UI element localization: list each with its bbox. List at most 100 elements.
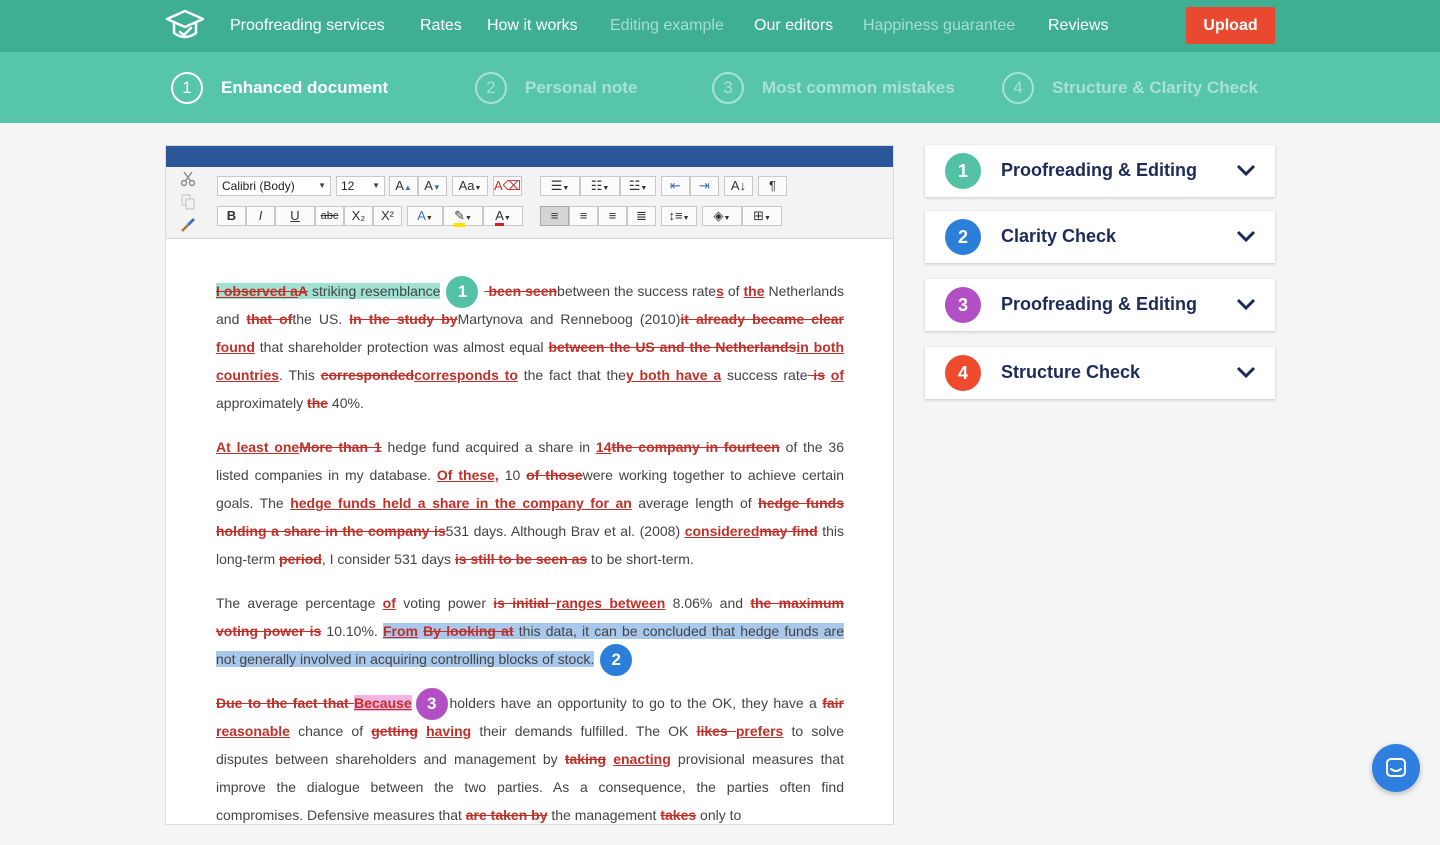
align-right-button[interactable]: ≡ (598, 206, 627, 226)
grow-font-button[interactable]: A▲ (389, 176, 418, 196)
step-number: 1 (171, 72, 203, 104)
body-text: striking resemblance (308, 283, 441, 299)
body-text: 8.06% and (665, 595, 751, 611)
step-number: 2 (475, 72, 507, 104)
logo-icon[interactable] (165, 8, 205, 44)
deleted-text: corresponded (320, 367, 415, 383)
multilevel-list-button[interactable]: ☳▼ (620, 176, 656, 196)
align-center-button[interactable]: ≡ (569, 206, 598, 226)
highlight-color-button[interactable]: ✎▼ (443, 206, 483, 227)
inserted-text: found (216, 339, 255, 355)
subscript-button[interactable]: X₂ (344, 206, 373, 226)
comment-marker-1[interactable]: 1 (444, 274, 481, 311)
inserted-text: From (382, 623, 418, 639)
highlighted-edit-3[interactable]: Because (354, 695, 412, 711)
justify-button[interactable]: ≣ (627, 206, 656, 226)
body-text: between the success rate (557, 283, 717, 299)
chat-icon (1386, 758, 1406, 777)
inserted-text: of (382, 595, 396, 611)
deleted-text: In the study by (349, 311, 458, 327)
comment-marker-2[interactable]: 2 (598, 642, 635, 679)
body-text: the management (547, 807, 661, 823)
underline-button[interactable]: U (275, 206, 315, 226)
comment-marker-3[interactable]: 3 (413, 686, 450, 723)
nav-link-reviews[interactable]: Reviews (1048, 17, 1108, 35)
numbered-list-button[interactable]: ☷▼ (580, 176, 620, 196)
highlighted-edit-1[interactable]: I observed aA striking resemblance (216, 283, 441, 299)
inserted-text: hedge funds held a share in the company … (290, 495, 632, 511)
body-text: 10 (498, 467, 527, 483)
nav-link-editing-example[interactable]: Editing example (610, 17, 724, 35)
inserted-text: the (743, 283, 765, 299)
borders-button[interactable]: ⊞▼ (742, 206, 782, 226)
body-text: the US. (292, 311, 350, 327)
paragraph-3: The average percentage of voting power i… (216, 589, 844, 679)
card-number: 2 (945, 219, 981, 255)
inserted-text: considered (684, 523, 760, 539)
superscript-button[interactable]: X² (373, 206, 402, 226)
clear-formatting-button[interactable]: A⌫ (493, 176, 522, 196)
body-text: Martynova and Renneboog (2010) (457, 311, 681, 327)
font-family-select[interactable]: Calibri (Body) ▼ (217, 176, 331, 196)
bold-button[interactable]: B (217, 206, 246, 226)
document-panel: Calibri (Body) ▼ 12 ▼ A▲ A▼ Aa▼ A⌫ ☰▼ ☷▼… (165, 145, 894, 825)
body-text: voting power (395, 595, 494, 611)
line-spacing-button[interactable]: ↕≡▼ (661, 206, 697, 226)
text-effects-button[interactable]: A▼ (407, 206, 443, 226)
category-card-proofreading-editing-2[interactable]: 3 Proofreading & Editing (925, 279, 1275, 331)
nav-link-proofreading-services[interactable]: Proofreading services (230, 17, 385, 35)
category-card-clarity-check[interactable]: 2 Clarity Check (925, 211, 1275, 263)
inserted-text: s (716, 283, 724, 299)
chat-button[interactable] (1372, 744, 1420, 792)
top-navigation: Proofreading services Rates How it works… (0, 0, 1440, 52)
body-text: to be short-term. (587, 551, 694, 567)
strikethrough-button[interactable]: abc (315, 206, 344, 226)
body-text: only to (696, 807, 742, 823)
format-painter-icon[interactable] (180, 217, 196, 233)
body-text (418, 723, 426, 739)
deleted-text: are taken by (465, 807, 548, 823)
shading-button[interactable]: ◈▼ (702, 206, 742, 226)
inserted-text: of (830, 367, 845, 383)
inserted-text: having (426, 723, 472, 739)
body-text: the fact that the (517, 367, 626, 383)
nav-link-happiness-guarantee[interactable]: Happiness guarantee (863, 17, 1015, 35)
shrink-font-button[interactable]: A▼ (418, 176, 447, 196)
deleted-text: the (307, 395, 329, 411)
card-number: 4 (945, 355, 981, 391)
chevron-down-icon: ▼ (372, 181, 380, 190)
category-card-proofreading-editing[interactable]: 1 Proofreading & Editing (925, 145, 1275, 197)
deleted-text: likes (696, 723, 736, 739)
change-case-button[interactable]: Aa▼ (452, 176, 488, 196)
body-text: chance of (289, 723, 372, 739)
body-text: 531 days. Although Brav et al. (2008) (445, 523, 685, 539)
show-formatting-button[interactable]: ¶ (758, 176, 787, 196)
steps-bar: 1 Enhanced document 2 Personal note 3 Mo… (0, 52, 1440, 123)
sort-button[interactable]: A↓ (724, 176, 753, 196)
nav-link-our-editors[interactable]: Our editors (754, 17, 833, 35)
increase-indent-button[interactable]: ⇥ (690, 176, 719, 196)
deleted-text: between the US and the Netherlands (548, 339, 797, 355)
upload-button[interactable]: Upload (1186, 7, 1275, 44)
nav-link-how-it-works[interactable]: How it works (487, 17, 578, 35)
chevron-down-icon[interactable] (1236, 163, 1256, 177)
copy-icon[interactable] (180, 194, 196, 210)
font-size-select[interactable]: 12 ▼ (336, 176, 385, 196)
font-color-button[interactable]: A▼ (483, 206, 523, 226)
nav-link-rates[interactable]: Rates (420, 17, 462, 35)
chevron-down-icon[interactable] (1236, 297, 1256, 311)
deleted-text: fair (822, 695, 845, 711)
italic-button[interactable]: I (246, 206, 275, 226)
decrease-indent-button[interactable]: ⇤ (661, 176, 690, 196)
bullet-list-button[interactable]: ☰▼ (540, 176, 580, 196)
deleted-text: is initial (493, 595, 557, 611)
paragraph-1: I observed aA striking resemblance 1 been… (216, 274, 845, 417)
paragraph-4: Due to the fact that Because 3 eholders ha… (216, 686, 845, 829)
deleted-text: may find (759, 523, 818, 539)
align-left-button[interactable]: ≡ (540, 206, 569, 226)
chevron-down-icon[interactable] (1236, 229, 1256, 243)
cut-icon[interactable] (180, 171, 196, 187)
category-card-structure-check[interactable]: 4 Structure Check (925, 347, 1275, 399)
deleted-text: that of (246, 311, 293, 327)
chevron-down-icon[interactable] (1236, 365, 1256, 379)
